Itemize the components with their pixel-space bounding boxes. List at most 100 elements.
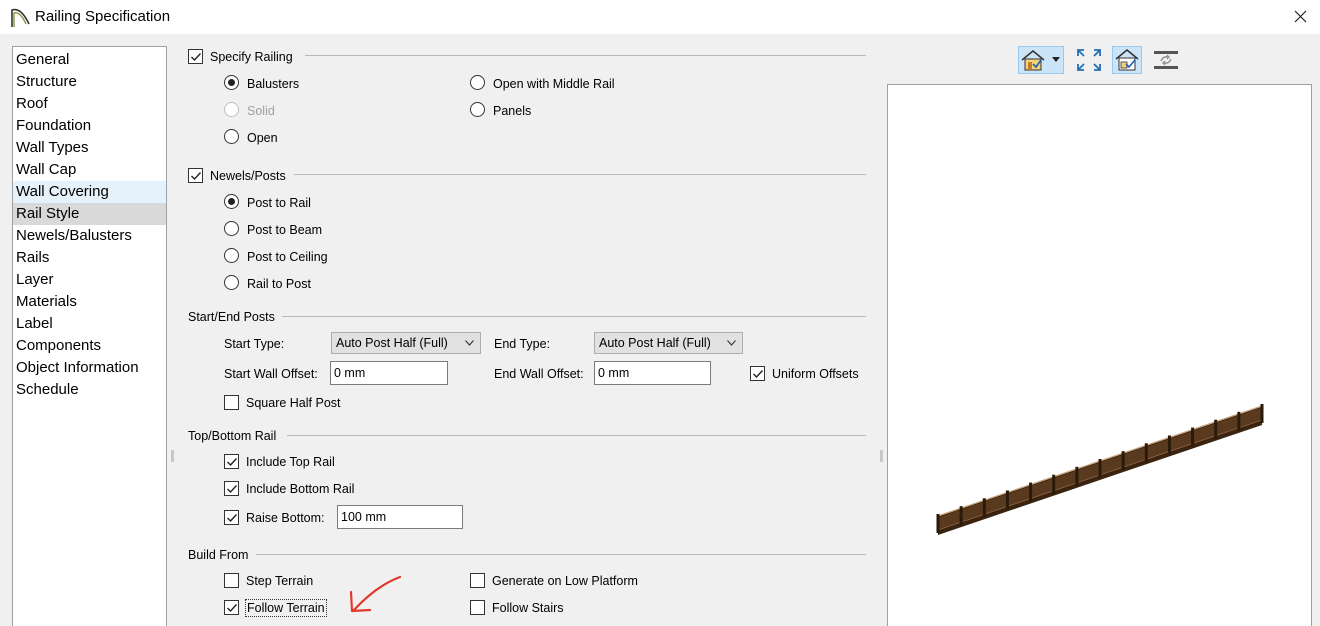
railing-post [1237,411,1241,431]
solid-radio [224,102,239,117]
end-type-select[interactable]: Auto Post Half (Full) [594,332,743,354]
uniform-offsets-checkbox[interactable] [750,366,765,381]
follow-stairs-checkbox[interactable] [470,600,485,615]
view-style-icon [1021,50,1060,71]
section-divider [305,55,866,56]
post-to-ceiling-radio[interactable] [224,248,239,263]
include-top-rail-label: Include Top Rail [246,455,335,469]
railing-post [959,506,963,526]
fill-window-icon [1077,49,1101,71]
checkmark-icon [227,458,238,467]
end-wall-offset-input[interactable]: 0 mm [594,361,711,385]
start-type-label: Start Type: [224,337,285,351]
railing-3d-render [936,404,1264,535]
balusters-label: Balusters [247,77,300,91]
nav-item-wall-covering[interactable]: Wall Covering [13,181,166,203]
uniform-offsets-label: Uniform Offsets [772,367,859,381]
follow-terrain-label: Follow Terrain [245,599,327,617]
nav-item-roof[interactable]: Roof [13,93,166,115]
checkmark-icon [227,604,238,613]
raise-bottom-label: Raise Bottom: [246,511,325,525]
follow-stairs-label: Follow Stairs [492,601,564,615]
include-top-rail-checkbox[interactable] [224,454,239,469]
railing-post [1052,474,1056,494]
nav-item-wall-types[interactable]: Wall Types [13,137,166,159]
include-bottom-rail-checkbox[interactable] [224,481,239,496]
nav-item-label[interactable]: Label [13,313,166,335]
window-title: Railing Specification [35,8,171,25]
railing-post [1167,435,1171,455]
post-to-rail-label: Post to Rail [247,196,311,210]
color-toggle-button[interactable] [1112,46,1142,74]
railing-post [1144,443,1148,463]
open-middle-rail-radio[interactable] [470,75,485,90]
generate-low-platform-label: Generate on Low Platform [492,574,638,588]
railing-post [1098,459,1102,478]
start-type-value: Auto Post Half (Full) [336,336,448,350]
railing-post [1260,404,1264,423]
post-to-ceiling-label: Post to Ceiling [247,250,328,264]
square-half-post-label: Square Half Post [246,396,341,410]
start-wall-offset-input[interactable]: 0 mm [330,361,448,385]
nav-item-rails[interactable]: Rails [13,247,166,269]
nav-item-general[interactable]: General [13,49,166,71]
railing-post [1121,451,1125,471]
checkmark-icon [191,53,202,62]
post-to-beam-radio[interactable] [224,221,239,236]
nav-item-foundation[interactable]: Foundation [13,115,166,137]
start-type-select[interactable]: Auto Post Half (Full) [331,332,481,354]
square-half-post-checkbox[interactable] [224,395,239,410]
open-middle-rail-label: Open with Middle Rail [493,77,615,91]
nav-item-layer[interactable]: Layer [13,269,166,291]
generate-low-platform-checkbox[interactable] [470,573,485,588]
annotation-arrow-icon [349,575,402,613]
newels-posts-checkbox[interactable] [188,168,203,183]
newels-posts-label: Newels/Posts [210,169,286,183]
start-end-posts-title: Start/End Posts [188,310,275,324]
open-radio[interactable] [224,129,239,144]
view-style-button[interactable] [1018,46,1064,74]
railing-post [1029,482,1033,502]
nav-item-rail-style[interactable]: Rail Style [13,203,166,225]
step-terrain-label: Step Terrain [246,574,314,588]
railing-preview[interactable] [887,84,1312,626]
nav-item-schedule[interactable]: Schedule [13,379,166,401]
nav-item-structure[interactable]: Structure [13,71,166,93]
left-splitter-handle[interactable] [171,450,174,462]
layer-reset-icon [1154,51,1178,69]
step-terrain-checkbox[interactable] [224,573,239,588]
nav-item-wall-cap[interactable]: Wall Cap [13,159,166,181]
rail-to-post-radio[interactable] [224,275,239,290]
end-type-value: Auto Post Half (Full) [599,336,711,350]
nav-item-object-information[interactable]: Object Information [13,357,166,379]
title-bar: Railing Specification [0,0,1320,34]
follow-terrain-checkbox[interactable] [224,600,239,615]
railing-post [1075,466,1079,486]
fill-window-button[interactable] [1074,46,1104,74]
specify-railing-checkbox[interactable] [188,49,203,64]
balusters-radio[interactable] [224,75,239,90]
solid-label: Solid [247,104,275,118]
post-to-rail-radio[interactable] [224,194,239,209]
checkmark-icon [227,514,238,523]
checkmark-icon [227,485,238,494]
chevron-down-icon [465,340,474,346]
layer-reset-button[interactable] [1151,46,1181,74]
raise-bottom-checkbox[interactable] [224,510,239,525]
start-wall-offset-label: Start Wall Offset: [224,367,318,381]
right-splitter-handle[interactable] [880,450,883,462]
end-wall-offset-label: End Wall Offset: [494,367,584,381]
railing-post [982,498,986,518]
section-divider [256,554,866,555]
raise-bottom-input[interactable]: 100 mm [337,505,463,529]
nav-item-newels-balusters[interactable]: Newels/Balusters [13,225,166,247]
category-list: General Structure Roof Foundation Wall T… [12,46,167,626]
nav-item-components[interactable]: Components [13,335,166,357]
railing-post [936,514,940,533]
build-from-title: Build From [188,548,249,562]
checkmark-icon [191,172,202,181]
panels-radio[interactable] [470,102,485,117]
nav-item-materials[interactable]: Materials [13,291,166,313]
close-icon[interactable] [1286,4,1314,30]
top-bottom-rail-title: Top/Bottom Rail [188,429,277,443]
